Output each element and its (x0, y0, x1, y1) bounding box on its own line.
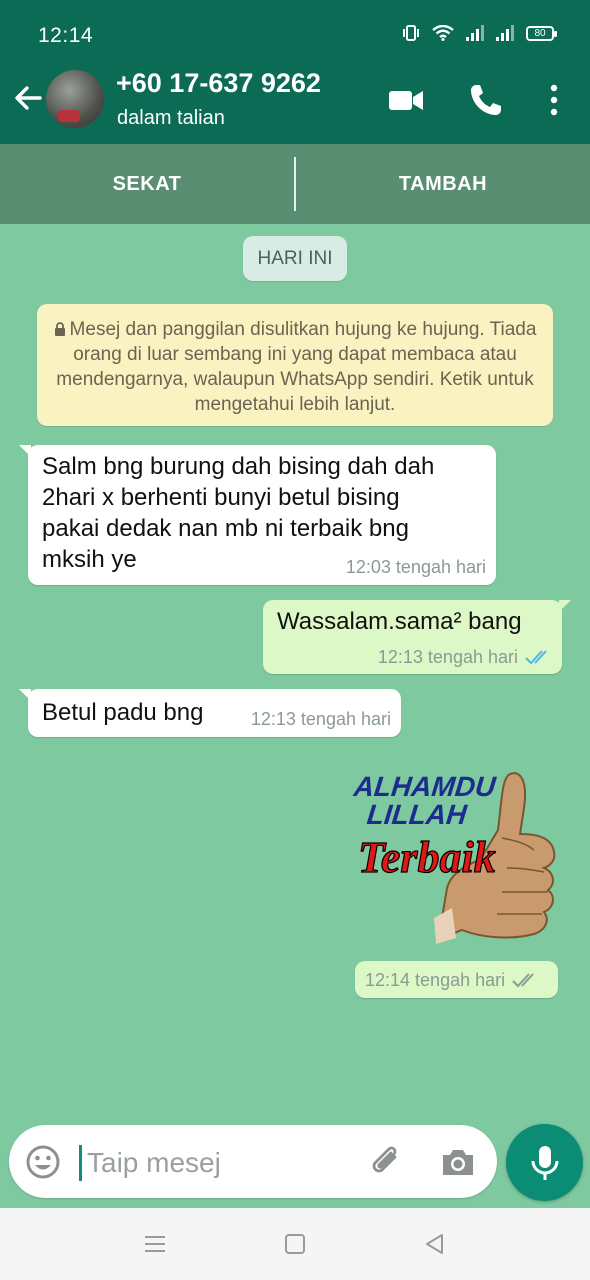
message-meta: 12:13 tengah hari (378, 647, 552, 668)
unknown-contact-actions: SEKAT TAMBAH (0, 144, 590, 224)
status-time: 12:14 (38, 24, 94, 47)
system-nav-bar (0, 1208, 590, 1280)
back-nav-icon[interactable] (422, 1232, 448, 1256)
double-check-icon (512, 973, 534, 988)
status-icons: 80 (402, 25, 557, 41)
bubble-tail (19, 689, 31, 701)
emoji-icon[interactable] (24, 1143, 62, 1181)
sticker-time-badge: 12:14 tengah hari (355, 961, 558, 998)
encryption-notice-text: Mesej dan panggilan disulitkan hujung ke… (56, 319, 537, 415)
phone-call-icon[interactable] (466, 80, 506, 120)
date-chip: HARI INI (243, 236, 347, 281)
message-time: 12:03 tengah hari (345, 557, 486, 577)
add-contact-button[interactable]: TAMBAH (296, 144, 590, 224)
message-meta: 12:14 tengah hari (365, 970, 539, 991)
sticker-text-terbaik: Terbaik (358, 833, 496, 882)
video-call-icon[interactable] (386, 80, 426, 120)
contact-avatar[interactable] (46, 70, 104, 128)
contact-status: dalam talian (117, 107, 225, 129)
sticker-text-alhamdu: ALHAMDU (352, 771, 498, 802)
message-time: 12:13 tengah hari (250, 709, 391, 729)
message-outgoing[interactable]: Wassalam.sama² bang 12:13 tengah hari (263, 600, 571, 674)
signal-icon-2 (496, 25, 514, 41)
message-time: 12:14 tengah hari (365, 970, 506, 990)
more-options-icon[interactable] (534, 80, 574, 120)
chat-header: +60 17-637 9262 dalam talian (0, 52, 590, 144)
block-button[interactable]: SEKAT (0, 144, 294, 224)
encryption-notice[interactable]: Mesej dan panggilan disulitkan hujung ke… (37, 304, 553, 426)
contact-name[interactable]: +60 17-637 9262 (116, 68, 321, 99)
sticker-thumbs-up[interactable]: ALHAMDU LILLAH Terbaik (352, 768, 562, 948)
message-composer: Taip mesej (9, 1125, 497, 1198)
vibrate-icon (403, 25, 419, 41)
bubble-tail (559, 600, 571, 612)
sticker-text-lillah: LILLAH (365, 799, 468, 830)
text-cursor (79, 1145, 82, 1181)
lock-icon (54, 322, 65, 336)
wifi-icon (432, 25, 454, 41)
message-text: Wassalam.sama² bang (277, 608, 522, 635)
voice-message-button[interactable] (506, 1124, 583, 1201)
signal-icon (466, 25, 484, 41)
home-nav-icon[interactable] (282, 1232, 308, 1256)
message-text: Betul padu bng (42, 699, 204, 726)
message-incoming[interactable]: Betul padu bng 12:13 tengah hari (19, 689, 401, 737)
attach-icon[interactable] (367, 1143, 405, 1181)
back-arrow-icon[interactable] (10, 80, 46, 116)
battery-icon: 80 (526, 25, 557, 41)
menu-nav-icon[interactable] (142, 1232, 168, 1256)
microphone-icon (531, 1146, 559, 1180)
message-time: 12:13 tengah hari (377, 647, 518, 667)
message-incoming[interactable]: Salm bng burung dah bising dah dah 2hari… (19, 445, 496, 585)
bubble-tail (19, 445, 31, 457)
double-check-read-icon (525, 650, 547, 665)
message-input[interactable]: Taip mesej (87, 1147, 221, 1179)
camera-icon[interactable] (439, 1143, 477, 1181)
status-bar: 12:14 80 (0, 0, 590, 52)
